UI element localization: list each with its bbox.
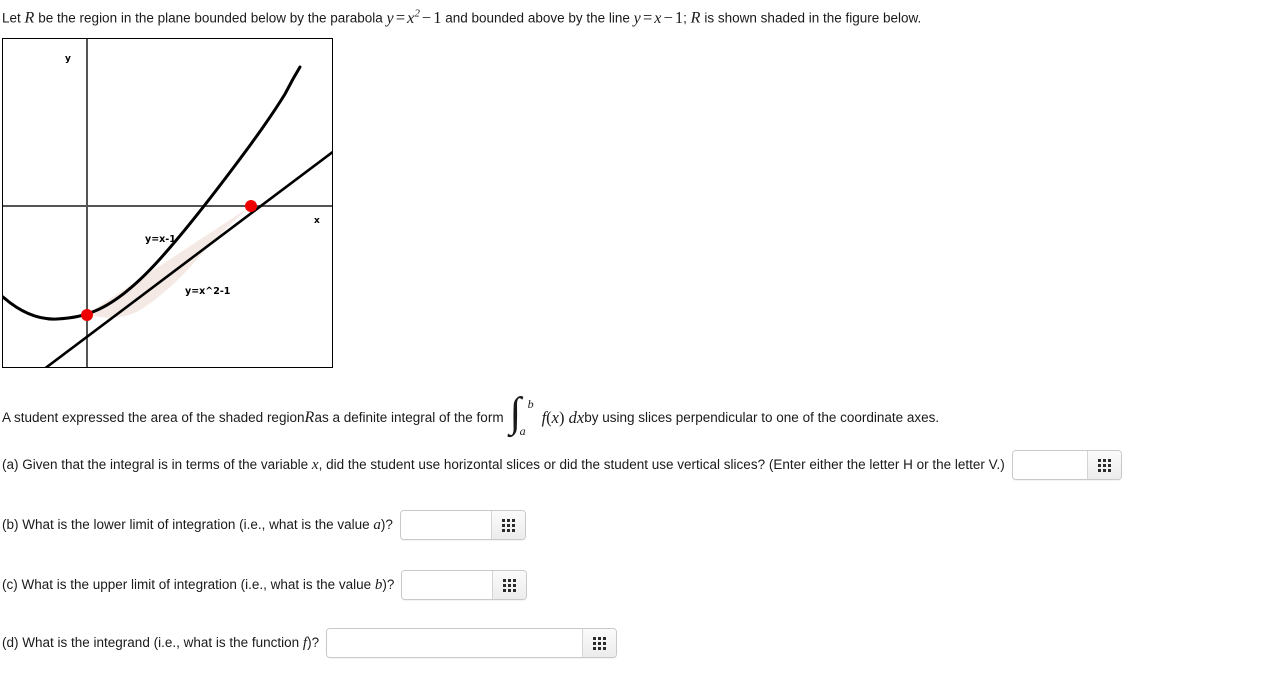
keypad-button-a[interactable] xyxy=(1086,451,1121,479)
keypad-grid-icon xyxy=(1097,458,1111,472)
answer-field-c[interactable] xyxy=(401,570,528,600)
parabola-eq-equals: = xyxy=(395,7,406,27)
problem-statement-intro: Let R be the region in the plane bounded… xyxy=(2,4,921,28)
integrand-expression: f(x) dx xyxy=(542,409,585,427)
answer-field-b[interactable] xyxy=(399,510,526,540)
y-axis-label: y xyxy=(65,54,71,64)
statement-text-part2: as a definite integral of the form xyxy=(314,410,504,425)
question-a-variable: x xyxy=(311,457,319,473)
question-b-label-before: (b) What is the lower limit of integrati… xyxy=(2,517,374,532)
question-c-label-before: (c) What is the upper limit of integrati… xyxy=(2,577,375,592)
keypad-button-b[interactable] xyxy=(490,511,525,539)
question-row-a: (a) Given that the integral is in terms … xyxy=(2,450,1122,480)
intro-text-suffix: is shown shaded in the figure below. xyxy=(700,10,922,26)
answer-input-d[interactable] xyxy=(327,629,583,657)
integral-statement: A student expressed the area of the shad… xyxy=(2,392,940,438)
intro-region-variable: R xyxy=(24,9,35,27)
line-curve xyxy=(44,150,332,367)
question-row-c: (c) What is the upper limit of integrati… xyxy=(2,570,528,600)
keypad-grid-icon xyxy=(501,518,515,532)
question-c-label: (c) What is the upper limit of integrati… xyxy=(2,576,394,594)
region-figure-svg: y x y=x-1 y=x^2-1 xyxy=(3,39,332,367)
question-d-label: (d) What is the integrand (i.e., what is… xyxy=(2,634,319,652)
definite-integral-expression: ∫ b a xyxy=(510,392,540,438)
integrand-x: x xyxy=(551,408,559,427)
question-a-label: (a) Given that the integral is in terms … xyxy=(2,456,1005,474)
statement-region-variable: R xyxy=(304,409,315,426)
keypad-grid-icon xyxy=(503,578,517,592)
answer-input-b[interactable] xyxy=(400,511,491,539)
intro-line-equation: y = x −1 xyxy=(634,8,684,27)
question-d-label-after: )? xyxy=(307,635,320,650)
intersection-point-upper xyxy=(245,200,257,212)
parabola-eq-y: y xyxy=(386,9,394,27)
question-a-label-after: , did the student use horizontal slices … xyxy=(318,457,1005,472)
line-eq-y: y xyxy=(633,9,641,27)
keypad-grid-icon xyxy=(593,636,607,650)
line-eq-one: 1 xyxy=(674,7,684,27)
intro-parabola-equation: y = x2−1 xyxy=(386,7,442,27)
x-axis-label: x xyxy=(314,216,320,226)
question-b-label: (b) What is the lower limit of integrati… xyxy=(2,516,393,534)
problem-page: Let R be the region in the plane bounded… xyxy=(0,0,1285,675)
keypad-button-c[interactable] xyxy=(492,571,527,599)
intro-region-variable-2: R xyxy=(690,9,701,27)
answer-field-a[interactable] xyxy=(1011,450,1122,480)
question-row-b: (b) What is the lower limit of integrati… xyxy=(2,510,526,540)
intro-text-mid1: be the region in the plane bounded below… xyxy=(34,10,387,26)
integrand-dx: dx xyxy=(568,408,585,427)
parabola-equation-label: y=x^2-1 xyxy=(185,286,230,297)
question-row-d: (d) What is the integrand (i.e., what is… xyxy=(2,628,618,658)
line-equation-label: y=x-1 xyxy=(145,234,176,245)
integral-lower-limit: a xyxy=(519,424,526,438)
line-eq-minus: − xyxy=(663,7,673,27)
answer-input-c[interactable] xyxy=(402,571,493,599)
parabola-eq-minus: − xyxy=(421,7,432,27)
intro-text-mid2: and bounded above by the line xyxy=(441,10,634,26)
integral-upper-limit: b xyxy=(527,397,534,411)
intro-text-semicolon: ; xyxy=(683,10,691,26)
intro-text-prefix: Let xyxy=(2,10,25,26)
integrand-paren-close: ) xyxy=(558,408,565,427)
statement-text-part1: A student expressed the area of the shad… xyxy=(2,410,305,425)
line-eq-equals: = xyxy=(642,7,653,27)
keypad-button-d[interactable] xyxy=(582,629,617,657)
question-c-label-after: )? xyxy=(382,577,395,592)
answer-input-a[interactable] xyxy=(1012,451,1087,479)
statement-text-part3: by using slices perpendicular to one of … xyxy=(584,410,940,425)
question-d-label-before: (d) What is the integrand (i.e., what is… xyxy=(2,635,303,650)
question-a-label-before: (a) Given that the integral is in terms … xyxy=(2,457,312,472)
region-figure: y x y=x-1 y=x^2-1 xyxy=(2,38,333,368)
line-eq-x: x xyxy=(654,9,662,27)
answer-field-d[interactable] xyxy=(326,628,618,658)
question-b-variable: a xyxy=(373,517,381,533)
question-b-label-after: )? xyxy=(380,517,393,532)
intersection-point-lower xyxy=(81,309,93,321)
